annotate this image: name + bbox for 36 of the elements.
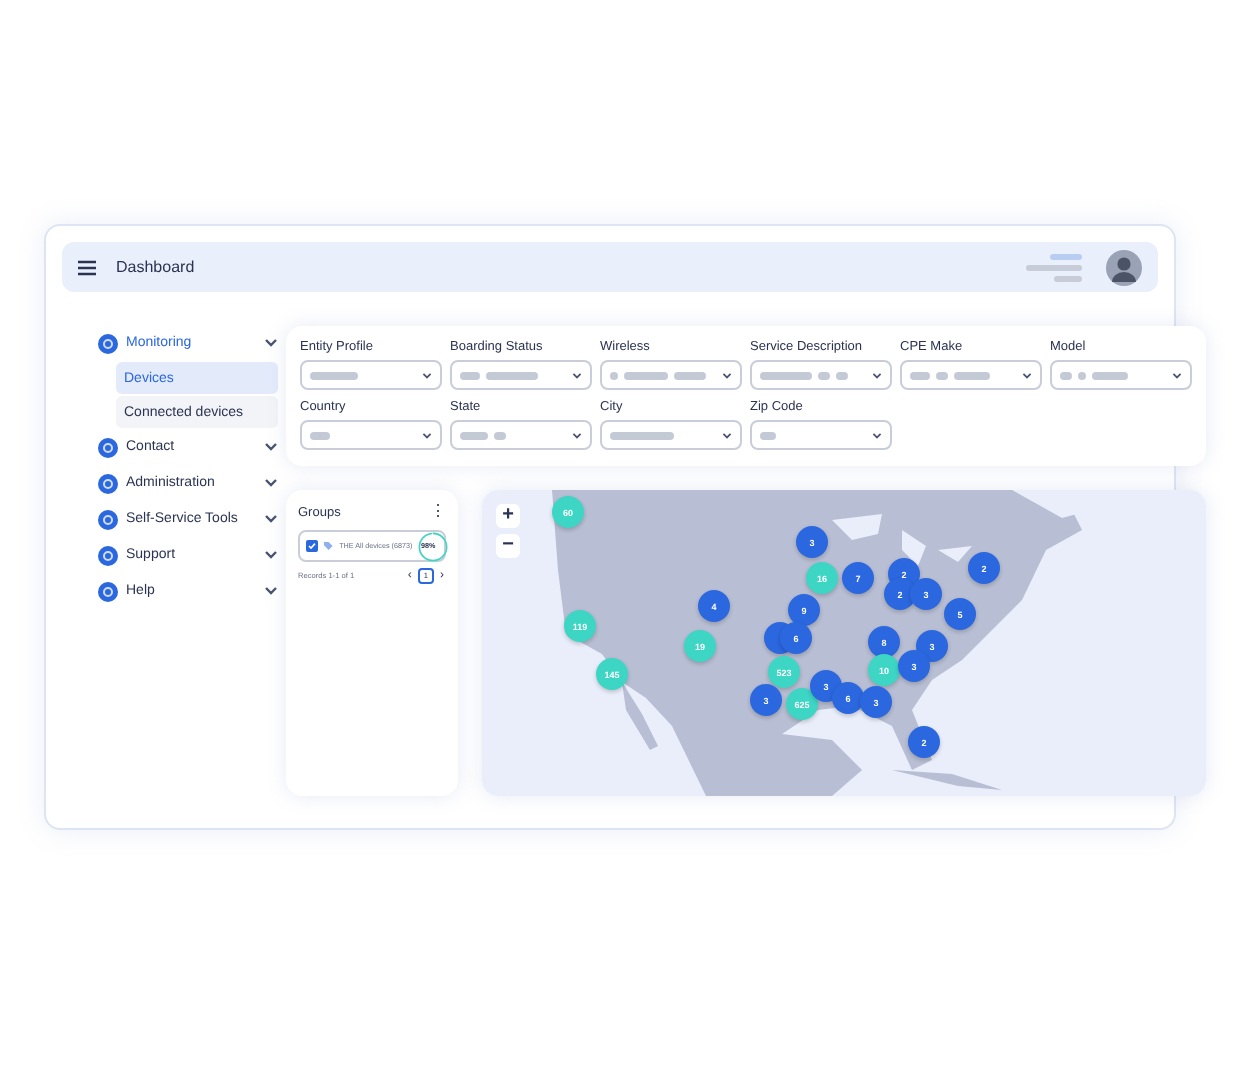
chevron-icon <box>264 478 278 488</box>
chevron-icon <box>264 338 278 348</box>
chevron-icon <box>872 431 882 439</box>
filter-dropdown[interactable] <box>300 420 442 450</box>
chevron-icon <box>264 550 278 560</box>
chevron-icon <box>1022 371 1032 379</box>
filter-dropdown[interactable] <box>750 360 892 390</box>
chevron-icon <box>872 371 882 379</box>
filter-dropdown[interactable] <box>600 420 742 450</box>
chevron-icon <box>422 431 432 439</box>
avatar[interactable] <box>1106 249 1142 285</box>
chevron-icon <box>572 431 582 439</box>
chevron-icon <box>264 586 278 596</box>
chevron-icon <box>1172 371 1182 379</box>
zoom-out-button[interactable]: − <box>496 534 520 558</box>
page-title: Dashboard <box>116 258 197 276</box>
chevron-icon <box>422 371 432 379</box>
chevron-icon <box>722 371 732 379</box>
filter-dropdown[interactable] <box>300 360 442 390</box>
chevron-icon <box>264 442 278 452</box>
more-menu-button[interactable]: ⋮ <box>430 504 446 520</box>
status-lines-icon <box>1026 253 1086 281</box>
tag-icon <box>324 540 334 552</box>
chevron-icon <box>572 371 582 379</box>
chevron-icon <box>722 431 732 439</box>
filter-dropdown[interactable] <box>450 420 592 450</box>
nav-icon <box>98 333 118 353</box>
filter-dropdown[interactable] <box>450 360 592 390</box>
filter-dropdown[interactable] <box>750 420 892 450</box>
filter-dropdown[interactable] <box>900 360 1042 390</box>
filter-dropdown[interactable] <box>1050 360 1192 390</box>
menu-icon[interactable] <box>78 259 96 275</box>
checkbox[interactable] <box>306 540 318 552</box>
chevron-icon <box>264 514 278 524</box>
filter-dropdown[interactable] <box>600 360 742 390</box>
zoom-in-button[interactable]: + <box>496 504 520 528</box>
